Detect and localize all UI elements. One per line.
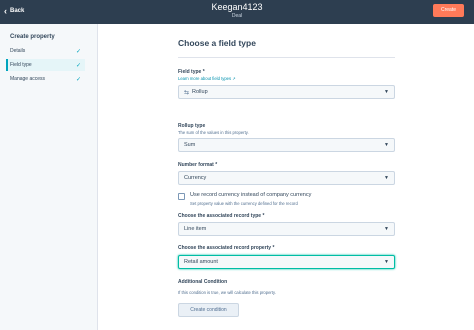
record-currency-help: Set property value with the currency def… [190, 201, 298, 206]
rollup-type-select[interactable]: Sum ▼ [178, 138, 395, 152]
caret-down-icon: ▼ [384, 175, 389, 181]
sidebar-item-details[interactable]: Details ✓ [6, 45, 85, 57]
page-subtitle: Deal [231, 13, 243, 19]
record-currency-checkbox[interactable] [178, 193, 185, 200]
sidebar-item-manage-access[interactable]: Manage access ✓ [6, 73, 85, 85]
rollup-icon: ⇆ [184, 89, 190, 96]
sidebar: Create property Details ✓ Field type ✓ M… [0, 24, 98, 330]
field-type-label: Field type * [178, 69, 205, 75]
field-type-value-wrap: ⇆ Rollup [184, 89, 208, 96]
check-icon: ✓ [75, 76, 81, 83]
field-type-value: Rollup [192, 89, 208, 95]
create-button[interactable]: Create [433, 4, 464, 17]
check-icon: ✓ [75, 48, 81, 55]
record-property-value: Retail amount [184, 259, 218, 265]
caret-down-icon: ▼ [384, 142, 389, 148]
record-property-label: Choose the associated record property * [178, 245, 275, 251]
record-type-label: Choose the associated record type * [178, 213, 265, 219]
caret-down-icon: ▼ [384, 89, 389, 95]
rollup-type-value: Sum [184, 142, 196, 148]
number-format-value: Currency [184, 175, 207, 181]
back-button[interactable]: ‹ Back [4, 4, 24, 18]
field-types-link-text: Learn more about field types [178, 76, 232, 81]
field-type-select[interactable]: ⇆ Rollup ▼ [178, 85, 395, 99]
sidebar-item-label: Field type [10, 62, 32, 68]
caret-down-icon: ▼ [384, 259, 389, 265]
condition-help: If this condition is true, we will calcu… [178, 290, 276, 295]
record-currency-label: Use record currency instead of company c… [190, 192, 312, 198]
sidebar-item-label: Details [10, 48, 26, 54]
rollup-type-help: The sum of the values in this property. [178, 130, 249, 135]
chevron-left-icon: ‹ [4, 5, 7, 16]
back-label: Back [10, 8, 25, 14]
record-property-select[interactable]: Retail amount ▼ [178, 255, 395, 269]
sidebar-item-label: Manage access [10, 76, 46, 82]
field-types-link[interactable]: Learn more about field types ↗ [178, 76, 236, 81]
number-format-select[interactable]: Currency ▼ [178, 171, 395, 185]
sidebar-item-field-type[interactable]: Field type ✓ [6, 59, 85, 71]
caret-down-icon: ▼ [384, 226, 389, 232]
divider [178, 57, 395, 58]
top-bar: ‹ Back Keegan4123 Deal Create [0, 0, 474, 24]
sidebar-heading: Create property [10, 34, 55, 40]
record-type-value: Line item [184, 226, 207, 232]
number-format-label: Number format * [178, 162, 218, 168]
page-title: Keegan4123 [211, 2, 263, 12]
create-condition-button[interactable]: Create condition [178, 303, 239, 317]
record-type-select[interactable]: Line item ▼ [178, 222, 395, 236]
check-icon: ✓ [75, 62, 81, 69]
condition-label: Additional Condition [178, 279, 228, 285]
form-heading: Choose a field type [178, 38, 256, 48]
external-link-icon: ↗ [232, 76, 236, 81]
rollup-type-label: Rollup type [178, 123, 206, 129]
